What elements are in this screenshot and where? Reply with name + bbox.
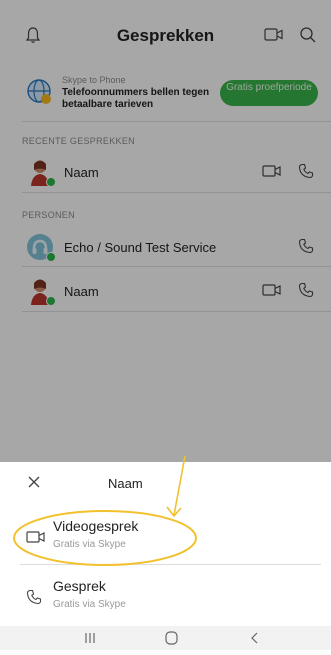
divider: [20, 564, 321, 565]
close-icon[interactable]: [27, 475, 41, 494]
option-title: Gesprek: [53, 578, 106, 594]
video-camera-icon: [26, 530, 46, 549]
option-subtitle: Gratis via Skype: [53, 599, 126, 610]
voice-call-option[interactable]: Gesprek Gratis via Skype: [0, 570, 331, 624]
home-icon[interactable]: [165, 631, 178, 645]
recent-apps-icon[interactable]: [85, 633, 95, 643]
sheet-title: Naam: [108, 476, 143, 491]
call-options-sheet: Naam Videogesprek Gratis via Skype Gespr…: [0, 462, 331, 650]
back-icon[interactable]: [251, 632, 258, 644]
video-call-option[interactable]: Videogesprek Gratis via Skype: [0, 510, 331, 564]
phone-icon: [26, 589, 42, 610]
option-title: Videogesprek: [53, 518, 139, 534]
modal-overlay[interactable]: [0, 0, 331, 462]
option-subtitle: Gratis via Skype: [53, 539, 126, 550]
system-navigation-bar: [0, 626, 331, 650]
